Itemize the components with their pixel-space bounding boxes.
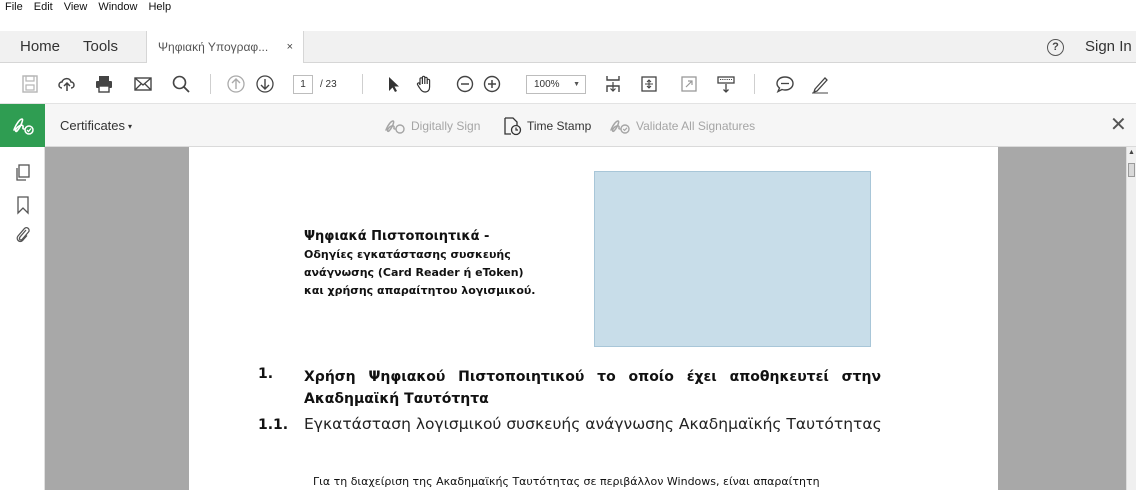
toolbar-separator bbox=[362, 74, 363, 94]
select-cursor-icon[interactable] bbox=[383, 74, 403, 94]
zoom-level-select[interactable]: 100% ▼ bbox=[526, 75, 586, 94]
menu-window[interactable]: Window bbox=[93, 0, 143, 15]
tab-document-label: Ψηφιακή Υπογραφ... bbox=[158, 40, 269, 54]
tab-row: Home Tools Ψηφιακή Υπογραφ... × ? Sign I… bbox=[0, 31, 1136, 63]
close-icon[interactable]: ✕ bbox=[1110, 104, 1127, 147]
body-paragraph-line: Για τη διαχείριση της Ακαδημαϊκής Ταυτότ… bbox=[313, 475, 820, 488]
digitally-sign-label: Digitally Sign bbox=[411, 118, 481, 133]
subsection-number: 1.1. bbox=[258, 417, 289, 433]
document-subtitle-line: και χρήσης απαραίτητου λογισμικού. bbox=[304, 284, 536, 297]
certificates-toolbar: Certificates ▾ Digitally Sign Time Stamp … bbox=[0, 104, 1136, 147]
save-icon[interactable] bbox=[20, 74, 40, 94]
scroll-up-arrow-icon[interactable]: ▲ bbox=[1128, 149, 1135, 156]
document-title-block: Ψηφιακά Πιστοποιητικά - Οδηγίες εγκατάστ… bbox=[304, 228, 535, 300]
next-page-icon[interactable] bbox=[255, 74, 275, 94]
validate-all-signatures-button[interactable]: Validate All Signatures bbox=[609, 104, 755, 147]
navigation-pane bbox=[0, 147, 45, 490]
certificates-tool-icon[interactable] bbox=[0, 104, 45, 147]
help-icon[interactable]: ? bbox=[1047, 39, 1064, 56]
certificates-label: Certificates bbox=[60, 118, 126, 133]
keyboard-icon[interactable] bbox=[716, 74, 736, 94]
validate-all-label: Validate All Signatures bbox=[636, 118, 756, 133]
menu-help[interactable]: Help bbox=[143, 0, 177, 15]
close-tab-icon[interactable]: × bbox=[287, 31, 293, 63]
menu-edit[interactable]: Edit bbox=[29, 0, 59, 15]
zoom-out-icon[interactable] bbox=[455, 74, 475, 94]
subsection-heading: Εγκατάσταση λογισμικού συσκευής ανάγνωση… bbox=[304, 415, 882, 433]
toolbar-separator bbox=[210, 74, 211, 94]
page-number-input[interactable]: 1 bbox=[293, 75, 313, 94]
page-thumbnails-icon[interactable] bbox=[14, 163, 32, 183]
digitally-sign-button[interactable]: Digitally Sign bbox=[384, 104, 480, 147]
menu-file[interactable]: File bbox=[0, 0, 29, 15]
bookmark-icon[interactable] bbox=[14, 195, 32, 215]
pen-icon[interactable] bbox=[810, 74, 830, 94]
time-stamp-button[interactable]: Time Stamp bbox=[502, 104, 591, 147]
main-toolbar: 1 / 23 100% ▼ bbox=[0, 63, 1136, 104]
search-icon[interactable] bbox=[171, 74, 191, 94]
section-heading: Χρήση Ψηφιακού Πιστοποιητικού το οποίο έ… bbox=[304, 369, 881, 407]
time-stamp-label: Time Stamp bbox=[527, 118, 592, 133]
upload-cloud-icon[interactable] bbox=[57, 74, 77, 94]
comment-icon[interactable] bbox=[775, 74, 795, 94]
menu-bar: File Edit View Window Help bbox=[0, 0, 1136, 15]
chevron-down-icon: ▼ bbox=[573, 81, 580, 88]
page-total: / 23 bbox=[320, 79, 337, 90]
document-title: Ψηφιακά Πιστοποιητικά - bbox=[304, 229, 490, 244]
toolbar-separator bbox=[754, 74, 755, 94]
fit-page-icon[interactable] bbox=[603, 74, 623, 94]
previous-page-icon[interactable] bbox=[226, 74, 246, 94]
zoom-level-value: 100% bbox=[534, 79, 560, 90]
certificates-menu[interactable]: Certificates ▾ bbox=[60, 104, 132, 148]
document-margin-right bbox=[998, 147, 1126, 490]
attachment-icon[interactable] bbox=[14, 224, 32, 244]
sign-in-button[interactable]: Sign In bbox=[1085, 31, 1132, 62]
tab-home[interactable]: Home bbox=[20, 31, 60, 62]
tab-tools[interactable]: Tools bbox=[83, 31, 118, 62]
scrollbar-thumb[interactable] bbox=[1128, 163, 1135, 177]
caret-down-icon: ▾ bbox=[128, 122, 133, 131]
hand-tool-icon[interactable] bbox=[414, 74, 434, 94]
zoom-in-icon[interactable] bbox=[482, 74, 502, 94]
document-subtitle-line: ανάγνωσης (Card Reader ή eToken) bbox=[304, 266, 524, 279]
logo-placeholder-box bbox=[594, 171, 871, 347]
email-icon[interactable] bbox=[133, 74, 153, 94]
menu-view[interactable]: View bbox=[59, 0, 94, 15]
document-margin-left bbox=[45, 147, 189, 490]
section-number: 1. bbox=[258, 366, 274, 382]
tab-document[interactable]: Ψηφιακή Υπογραφ... × bbox=[146, 31, 304, 63]
full-screen-icon[interactable] bbox=[679, 74, 699, 94]
document-subtitle-line: Οδηγίες εγκατάστασης συσκευής bbox=[304, 248, 511, 261]
fit-width-icon[interactable] bbox=[639, 74, 659, 94]
print-icon[interactable] bbox=[94, 74, 114, 94]
vertical-scrollbar[interactable]: ▲ bbox=[1126, 147, 1136, 490]
